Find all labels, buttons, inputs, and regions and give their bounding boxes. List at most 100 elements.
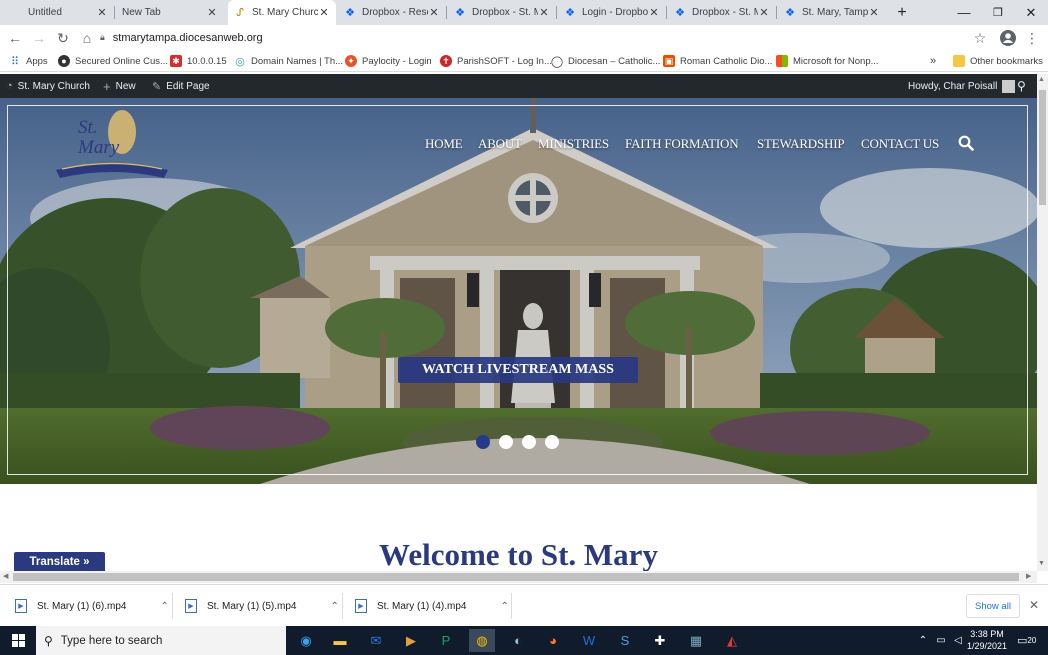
reload-icon[interactable]: ↻ — [53, 28, 73, 48]
tab-dropbox-st-m-2[interactable]: ❖ Dropbox - St. M ✕ — [668, 0, 776, 25]
taskbar-search-box[interactable]: ⚲ Type here to search — [36, 626, 286, 655]
bookmark-roman-catholic[interactable]: ▣ Roman Catholic Dio... — [663, 53, 772, 69]
tab-label: Login - Dropbox — [582, 7, 648, 18]
close-icon[interactable]: ✕ — [428, 6, 440, 19]
admin-search-icon[interactable]: ⚲ — [1017, 74, 1026, 98]
back-arrow-icon[interactable]: ← — [5, 28, 25, 48]
close-downloads-icon[interactable]: ✕ — [1029, 598, 1039, 612]
chevron-up-icon[interactable]: ⌃ — [160, 601, 168, 612]
admin-site-name[interactable]: ◔ St. Mary Church — [6, 74, 90, 98]
chevron-up-icon[interactable]: ⌃ — [500, 601, 508, 612]
tab-st-mary-tampa[interactable]: ❖ St. Mary, Tampa ✕ — [778, 0, 886, 25]
slider-dot-1[interactable] — [476, 435, 490, 449]
tab-new-tab[interactable]: New Tab ✕ — [116, 0, 224, 25]
site-logo[interactable]: St. Mary — [52, 106, 170, 182]
watch-livestream-button[interactable]: WATCH LIVESTREAM MASS — [398, 357, 638, 383]
nav-home[interactable]: HOME — [425, 136, 463, 152]
acrobat-icon[interactable]: ◭ — [719, 629, 745, 652]
bookmark-apps[interactable]: ⠿ Apps — [9, 53, 48, 69]
howdy-label: Howdy, Char Poisall — [908, 80, 998, 92]
restore-icon[interactable]: ❐ — [982, 0, 1014, 25]
nav-faith-formation[interactable]: FAITH FORMATION — [625, 136, 739, 152]
scroll-down-arrow-icon[interactable]: ▼ — [1038, 560, 1045, 567]
notification-center-icon[interactable]: ▭ 20 — [1017, 632, 1039, 648]
window-close-icon[interactable]: ✕ — [1015, 0, 1047, 25]
st-mary-favicon-icon: ᔑ — [236, 7, 244, 19]
minimize-icon[interactable]: — — [948, 0, 980, 25]
lock-icon: 🔒︎ — [100, 32, 105, 42]
horizontal-scrollbar[interactable]: ◀ ▶ — [0, 571, 1037, 583]
other-bookmarks[interactable]: Other bookmarks — [953, 53, 1043, 69]
tab-st-mary-church[interactable]: ᔑ St. Mary Church ✕ — [228, 0, 336, 25]
chevron-up-icon[interactable]: ⌃ — [330, 601, 338, 612]
bookmark-secured-online[interactable]: ● Secured Online Cus... — [58, 53, 168, 69]
show-all-button[interactable]: Show all — [966, 594, 1020, 618]
admin-edit-page-button[interactable]: ✎ Edit Page — [152, 74, 210, 98]
bookmark-domain-names[interactable]: ◎ Domain Names | Th... — [234, 53, 343, 69]
tab-dropbox-st-m[interactable]: ❖ Dropbox - St. M ✕ — [448, 0, 556, 25]
bookmark-microsoft-nonprofit[interactable]: Microsoft for Nonp... — [776, 53, 879, 69]
outlook-icon[interactable]: ✉ — [363, 629, 389, 652]
bookmark-label: Secured Online Cus... — [75, 55, 168, 67]
forward-arrow-icon[interactable]: → — [29, 28, 49, 48]
site-search-icon[interactable] — [958, 135, 974, 154]
download-item[interactable]: ▶ St. Mary (1) (6).mp4 ⌃ — [15, 594, 169, 618]
bookmark-paylocity[interactable]: ✦ Paylocity - Login — [345, 53, 432, 69]
bookmark-parishsoft[interactable]: ✝ ParishSOFT - Log In... — [440, 53, 552, 69]
close-icon[interactable]: ✕ — [758, 6, 770, 19]
bookmark-10-0-0-15[interactable]: ✱ 10.0.0.15 — [170, 53, 227, 69]
translate-button[interactable]: Translate » — [14, 552, 105, 572]
bookmarks-overflow-button[interactable]: » — [930, 53, 936, 69]
browser-toolbar: ← → ↻ ⌂ 🔒︎ stmarytampa.diocesanweb.org ☆… — [0, 25, 1048, 50]
download-item[interactable]: ▶ St. Mary (1) (4).mp4 ⌃ — [355, 594, 509, 618]
chrome-icon[interactable]: ◍ — [469, 629, 495, 652]
scroll-right-arrow-icon[interactable]: ▶ — [1026, 572, 1031, 580]
bookmark-label: Apps — [26, 55, 48, 67]
tab-untitled[interactable]: Untitled ✕ — [22, 0, 114, 25]
address-bar[interactable]: 🔒︎ stmarytampa.diocesanweb.org — [100, 27, 1000, 48]
close-icon[interactable]: ✕ — [538, 6, 550, 19]
admin-account-menu[interactable]: Howdy, Char Poisall — [908, 74, 1016, 98]
close-icon[interactable]: ✕ — [318, 6, 330, 19]
nav-ministries[interactable]: MINISTRIES — [538, 136, 609, 152]
slider-dot-3[interactable] — [522, 435, 536, 449]
close-icon[interactable]: ✕ — [868, 6, 880, 19]
close-icon[interactable]: ✕ — [648, 6, 660, 19]
edge-icon[interactable]: ◉ — [293, 629, 319, 652]
scroll-up-arrow-icon[interactable]: ▲ — [1038, 76, 1045, 83]
church-app-icon[interactable]: ✚ — [647, 629, 673, 652]
network-app-icon[interactable]: ◐ — [505, 629, 531, 652]
horizontal-scroll-thumb[interactable] — [13, 573, 1019, 581]
publisher-icon[interactable]: P — [433, 629, 459, 652]
home-icon[interactable]: ⌂ — [77, 28, 97, 48]
tab-dropbox-reset[interactable]: ❖ Dropbox - Reset ✕ — [338, 0, 446, 25]
firefox-icon[interactable]: ◕ — [540, 629, 566, 652]
calendar-app-icon[interactable]: ▦ — [683, 629, 709, 652]
close-icon[interactable]: ✕ — [96, 6, 108, 19]
windows-start-icon[interactable] — [5, 629, 31, 652]
admin-new-button[interactable]: + New — [103, 74, 136, 98]
tab-login-dropbox[interactable]: ❖ Login - Dropbox ✕ — [558, 0, 666, 25]
download-item[interactable]: ▶ St. Mary (1) (5).mp4 ⌃ — [185, 594, 339, 618]
new-tab-button[interactable]: + — [886, 0, 918, 25]
browser-menu-icon[interactable]: ⋮ — [1022, 28, 1042, 48]
nav-about[interactable]: ABOUT — [478, 136, 522, 152]
nav-contact-us[interactable]: CONTACT US — [861, 136, 939, 152]
profile-avatar-icon[interactable] — [998, 28, 1018, 48]
slider-dot-4[interactable] — [545, 435, 559, 449]
pencil-icon: ✎ — [152, 80, 162, 93]
file-explorer-icon[interactable]: ▬ — [327, 629, 353, 652]
network-icon: ✱ — [170, 55, 182, 67]
scroll-left-arrow-icon[interactable]: ◀ — [3, 572, 8, 580]
word-icon[interactable]: W — [576, 629, 602, 652]
vertical-scroll-thumb[interactable] — [1039, 90, 1046, 205]
close-icon[interactable]: ✕ — [206, 6, 218, 19]
taskbar-clock[interactable]: 3:38 PM 1/29/2021 — [962, 628, 1012, 652]
media-player-icon[interactable]: ▶ — [398, 629, 424, 652]
nav-stewardship[interactable]: STEWARDSHIP — [757, 136, 845, 152]
bookmark-star-icon[interactable]: ☆ — [970, 28, 990, 48]
vertical-scrollbar[interactable]: ▲ ▼ — [1037, 74, 1048, 571]
bookmark-diocesan[interactable]: ◯ Diocesan – Catholic... — [551, 53, 661, 69]
skype-icon[interactable]: S — [612, 629, 638, 652]
slider-dot-2[interactable] — [499, 435, 513, 449]
